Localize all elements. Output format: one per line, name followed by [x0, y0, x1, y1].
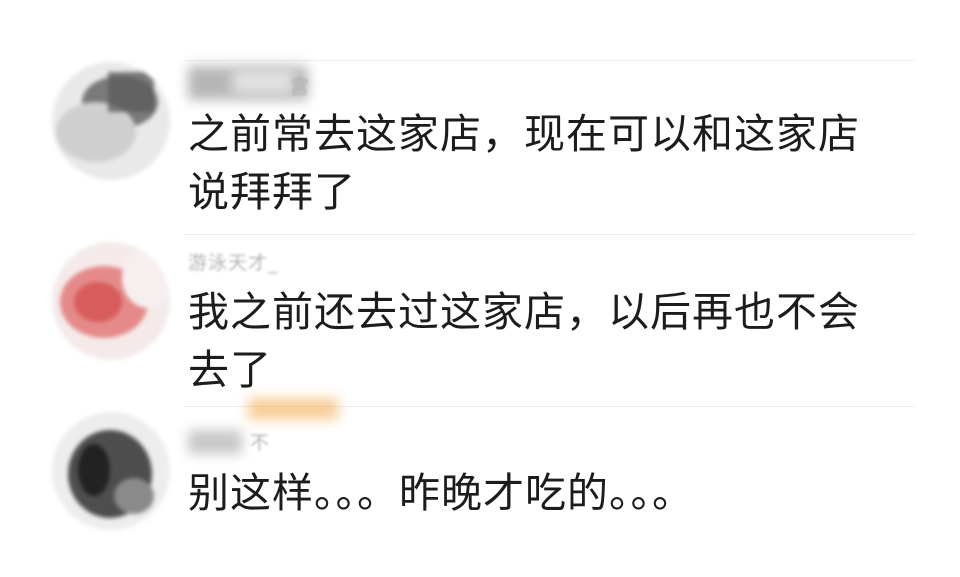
username[interactable]: 宫	[290, 72, 310, 99]
avatar-image	[52, 242, 170, 360]
username-blur	[232, 70, 294, 94]
comment-text: 之前常去这家店，现在可以和这家店说拜拜了	[188, 110, 860, 216]
avatar[interactable]	[52, 62, 170, 180]
username-blur	[248, 398, 338, 420]
divider	[185, 60, 915, 61]
comment-text: 别这样。。。昨晚才吃的。。。	[188, 469, 694, 517]
avatar[interactable]	[52, 412, 170, 530]
avatar-image	[52, 62, 170, 180]
username[interactable]: 游泳天才_	[188, 248, 279, 275]
username[interactable]: 不	[250, 428, 270, 455]
username-blur	[188, 430, 242, 454]
avatar-image	[52, 412, 170, 530]
comment-text: 我之前还去过这家店，以后再也不会去了	[188, 288, 860, 394]
avatar[interactable]	[52, 242, 170, 360]
divider	[185, 234, 915, 235]
comment-list: 宫 之前常去这家店，现在可以和这家店说拜拜了 游泳天才_ 我之前还去过这家店，以…	[0, 0, 960, 577]
